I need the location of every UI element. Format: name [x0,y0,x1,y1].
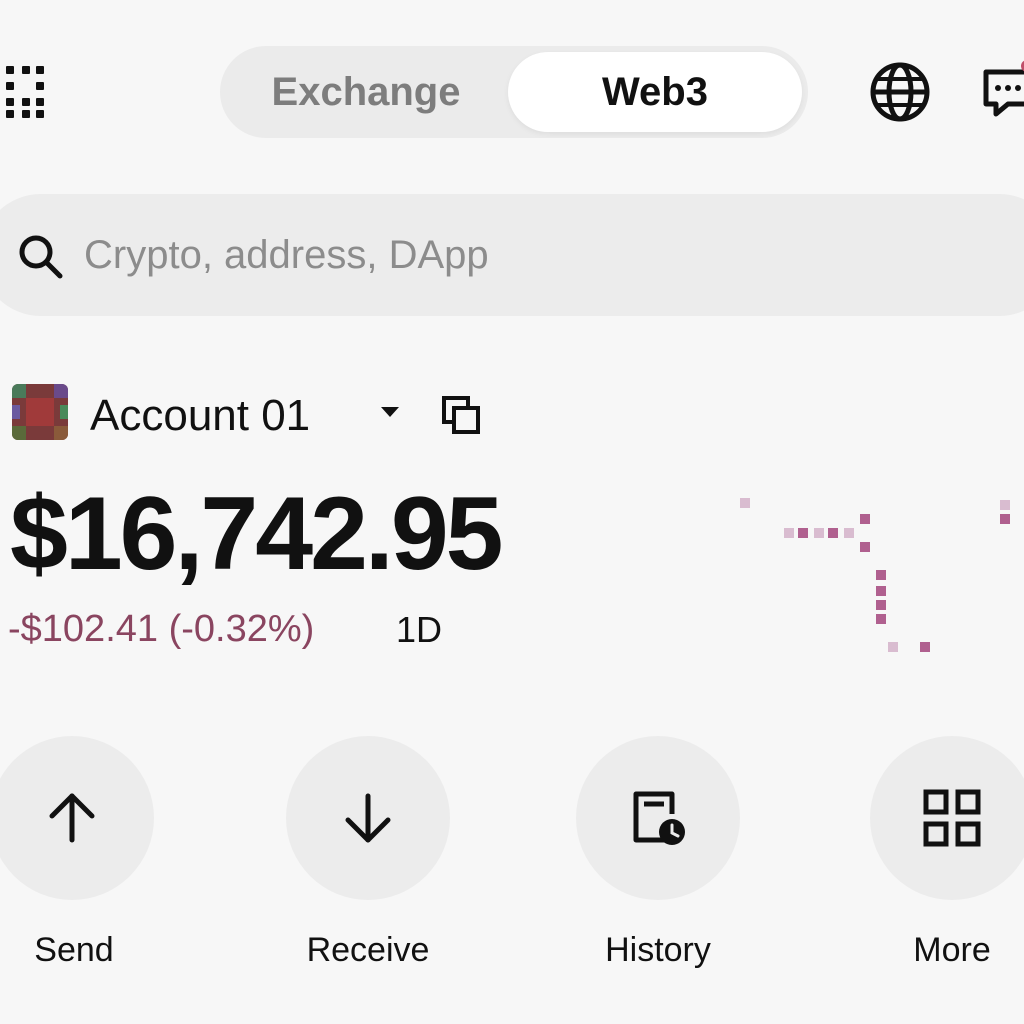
total-balance: $16,742.95 [10,476,504,592]
copy-icon[interactable] [440,394,484,438]
more-button[interactable] [870,736,1024,900]
history-icon [633,791,685,845]
grid-menu-icon[interactable] [6,66,44,118]
send-button[interactable] [0,736,154,900]
tab-exchange[interactable]: Exchange [220,46,512,138]
avatar[interactable] [12,384,68,440]
search-input[interactable] [84,222,944,288]
globe-icon[interactable] [868,60,932,124]
tab-web3[interactable]: Web3 [508,52,802,132]
history-button[interactable] [576,736,740,900]
receive-button[interactable] [286,736,450,900]
balance-change: -$102.41 (-0.32%) [8,608,315,650]
grid-icon [923,789,981,847]
send-label[interactable]: Send [0,928,174,972]
more-label[interactable]: More [852,928,1024,972]
caret-down-icon[interactable] [380,405,400,419]
search-icon [19,235,63,279]
mode-switch: Exchange Web3 [220,46,808,138]
receive-label[interactable]: Receive [268,928,468,972]
arrow-up-icon [49,793,95,843]
history-label[interactable]: History [558,928,758,972]
arrow-down-icon [345,793,391,843]
period-selector[interactable]: 1D [396,608,442,652]
wallet-home-screen: Exchange Web3 Account 01 [0,0,1024,1024]
search-bar[interactable] [0,194,1024,316]
chat-icon[interactable] [980,60,1024,124]
balance-sparkline [740,498,1010,652]
account-name[interactable]: Account 01 [90,390,310,442]
